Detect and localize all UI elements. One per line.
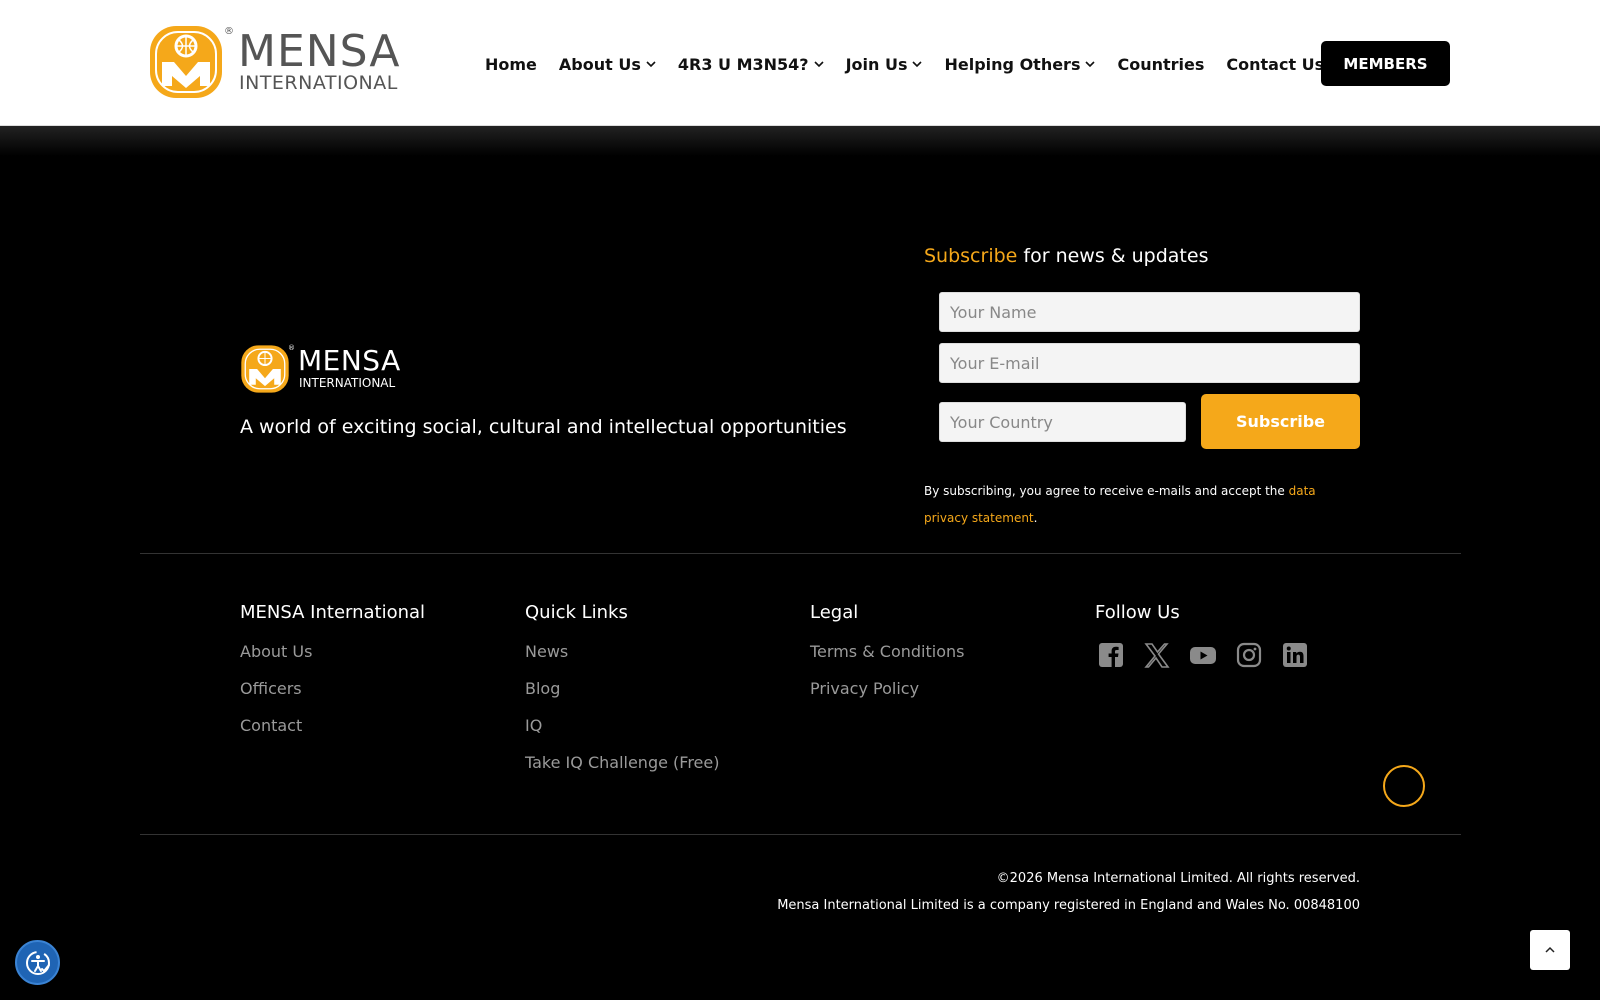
members-button[interactable]: MEMBERS (1321, 41, 1450, 86)
nav-home-label: Home (485, 54, 537, 74)
logo-word-international: INTERNATIONAL (299, 376, 396, 390)
nav-about-us-label: About Us (558, 54, 641, 74)
footer-tagline: A world of exciting social, cultural and… (240, 416, 847, 438)
nav-contact-us-label: Contact Us (1226, 54, 1325, 74)
chevron-down-icon (912, 61, 923, 68)
col-title-mensa: MENSA International (240, 602, 426, 623)
chevron-down-icon (814, 61, 824, 68)
footer-link-privacy[interactable]: Privacy Policy (810, 678, 964, 699)
nav-about-us[interactable]: About Us (559, 55, 656, 74)
consent-end: . (1033, 511, 1038, 525)
main-nav: Home About Us 4R3 U M3N54? Join Us Helpi… (485, 52, 1346, 76)
registered-mark: ® (224, 26, 234, 37)
footer-col-quick-links: Quick Links News Blog IQ Take IQ Challen… (525, 602, 719, 789)
subscribe-heading-rest: for news & updates (1017, 245, 1209, 267)
footer-col-follow: Follow Us (1095, 602, 1325, 669)
subscribe-heading: Subscribe for news & updates (924, 245, 1208, 267)
mensa-logo-icon (150, 26, 222, 98)
footer-col-mensa: MENSA International About Us Officers Co… (240, 602, 425, 752)
youtube-icon[interactable] (1189, 641, 1217, 669)
nav-countries[interactable]: Countries (1117, 55, 1204, 74)
nav-home[interactable]: Home (485, 55, 537, 74)
chevron-down-icon (1085, 61, 1096, 68)
footer-col-legal: Legal Terms & Conditions Privacy Policy (810, 602, 964, 715)
footer-divider (140, 553, 1461, 554)
email-field[interactable] (939, 343, 1360, 383)
nav-join-us[interactable]: Join Us (846, 55, 923, 74)
logo-word-mensa: MENSA (298, 344, 401, 377)
footer-link-terms[interactable]: Terms & Conditions (810, 641, 964, 662)
accessibility-icon (25, 950, 50, 975)
subscribe-button[interactable]: Subscribe (1201, 394, 1360, 449)
nav-are-you-mensa-label: 4R3 U M3N54? (677, 54, 809, 74)
decorative-ring (1383, 765, 1425, 807)
col-title-follow: Follow Us (1095, 602, 1180, 623)
nav-helping-others-label: Helping Others (944, 54, 1081, 74)
nav-are-you-mensa[interactable]: 4R3 U M3N54? (678, 55, 824, 74)
footer-link-about-us[interactable]: About Us (240, 641, 425, 662)
subscribe-heading-accent: Subscribe (924, 245, 1018, 267)
copyright-text: ©2026 Mensa International Limited. All r… (996, 871, 1360, 886)
company-registration-text: Mensa International Limited is a company… (777, 898, 1360, 913)
logo-word-mensa: MENSA (238, 26, 401, 77)
mensa-logo-icon (241, 345, 289, 393)
footer-link-contact[interactable]: Contact (240, 715, 425, 736)
instagram-icon[interactable] (1235, 641, 1263, 669)
logo-word-international: INTERNATIONAL (239, 72, 398, 94)
facebook-icon[interactable] (1097, 641, 1125, 669)
footer-link-officers[interactable]: Officers (240, 678, 425, 699)
col-title-legal: Legal (810, 602, 859, 623)
col-title-quick-links: Quick Links (525, 602, 628, 623)
registered-mark: ® (288, 344, 295, 352)
footer-link-iq-challenge[interactable]: Take IQ Challenge (Free) (525, 752, 719, 773)
name-field[interactable] (939, 292, 1360, 332)
mensa-logo[interactable]: ® MENSA INTERNATIONAL (148, 24, 401, 102)
accessibility-button[interactable] (15, 940, 60, 985)
nav-countries-label: Countries (1117, 54, 1205, 74)
footer-divider (140, 834, 1461, 835)
scroll-to-top-button[interactable] (1530, 930, 1570, 970)
country-field[interactable] (939, 402, 1186, 442)
footer-logo[interactable]: ® MENSA INTERNATIONAL (240, 344, 410, 396)
chevron-down-icon (646, 61, 656, 68)
nav-join-us-label: Join Us (845, 54, 908, 74)
linkedin-icon[interactable] (1281, 641, 1309, 669)
consent-prefix: By subscribing, you agree to receive e-m… (924, 484, 1289, 498)
hero-fade (0, 126, 1600, 156)
nav-contact-us[interactable]: Contact Us (1226, 55, 1324, 74)
consent-text: By subscribing, you agree to receive e-m… (924, 478, 1344, 532)
site-header: ® MENSA INTERNATIONAL Home About Us 4R3 … (0, 0, 1600, 126)
footer-link-iq[interactable]: IQ (525, 715, 719, 736)
x-twitter-icon[interactable] (1143, 641, 1171, 669)
footer-link-blog[interactable]: Blog (525, 678, 719, 699)
nav-helping-others[interactable]: Helping Others (944, 54, 1096, 74)
chevron-up-icon (1545, 946, 1555, 953)
social-links (1095, 641, 1325, 669)
footer-link-news[interactable]: News (525, 641, 719, 662)
